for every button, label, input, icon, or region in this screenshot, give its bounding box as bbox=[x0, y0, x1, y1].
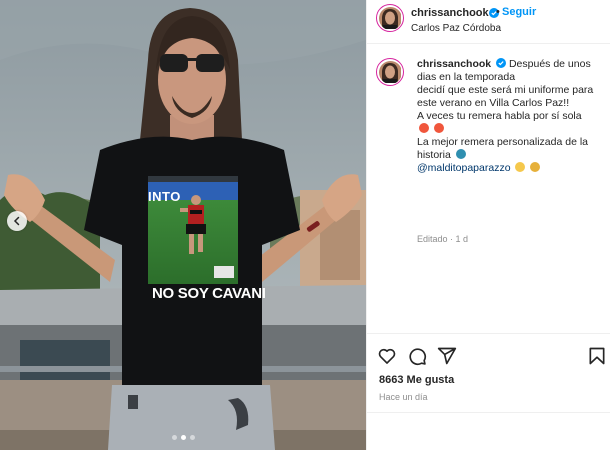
heart-icon[interactable] bbox=[377, 346, 397, 366]
caption-text: dias en la temporada bbox=[417, 71, 516, 83]
post-timestamp[interactable]: Hace un día bbox=[379, 392, 428, 402]
username-link[interactable]: chrissanchook bbox=[411, 7, 489, 19]
follow-button[interactable]: Seguir bbox=[502, 6, 536, 18]
chevron-left-icon bbox=[13, 216, 20, 226]
caption-avatar[interactable] bbox=[376, 58, 404, 86]
avatar-photo bbox=[378, 60, 401, 83]
instagram-post: INTO NO SOY CAVANI chrissanchook • Segui… bbox=[0, 0, 610, 450]
post-caption: chrissanchook Después de unos dias en la… bbox=[417, 58, 607, 175]
location-link[interactable]: Carlos Paz Córdoba bbox=[411, 23, 501, 34]
avatar[interactable] bbox=[376, 4, 404, 32]
shirt-print-text: NO SOY CAVANI bbox=[152, 285, 266, 302]
carousel-dot-active bbox=[180, 435, 186, 440]
bookmark-icon[interactable] bbox=[587, 346, 607, 366]
post-side-panel: chrissanchook • Seguir Carlos Paz Córdob… bbox=[366, 0, 610, 450]
globe-emoji-icon bbox=[455, 149, 466, 159]
carousel-prev-button[interactable] bbox=[7, 211, 27, 231]
likes-count[interactable]: 8663 Me gusta bbox=[379, 374, 454, 386]
caption-text: La mejor remera personalizada de la bbox=[417, 136, 589, 148]
caption-text: este verano en Villa Carlos Paz!! bbox=[417, 97, 570, 109]
caption-text: Después de unos bbox=[508, 58, 591, 70]
emoji-icon bbox=[419, 123, 429, 133]
emoji-icon bbox=[515, 162, 526, 172]
post-header: chrissanchook • Seguir Carlos Paz Córdob… bbox=[367, 0, 610, 44]
caption-text: decidí que este será mi uniforme para bbox=[417, 84, 594, 96]
comment-bar bbox=[367, 412, 610, 450]
comment-icon[interactable] bbox=[407, 346, 427, 366]
carousel-dot bbox=[189, 435, 195, 440]
action-bar bbox=[367, 333, 610, 377]
carousel-dot bbox=[171, 435, 177, 440]
edited-label: Editado · 1 d bbox=[417, 234, 469, 244]
share-icon[interactable] bbox=[437, 346, 457, 366]
caption-username[interactable]: chrissanchook bbox=[417, 58, 491, 70]
separator-dot: • bbox=[496, 6, 500, 18]
caption-text: historia bbox=[417, 149, 451, 161]
shirt-banner-text: INTO bbox=[148, 189, 181, 204]
avatar-photo bbox=[378, 6, 401, 29]
mention-link[interactable]: @malditopaparazzo bbox=[417, 162, 511, 174]
emoji-icon bbox=[530, 162, 541, 172]
post-photo[interactable]: INTO NO SOY CAVANI bbox=[0, 0, 366, 450]
photo-scene bbox=[0, 0, 366, 450]
carousel-indicator bbox=[0, 435, 366, 440]
caption-text: A veces tu remera habla por sí sola bbox=[417, 110, 582, 122]
emoji-icon bbox=[433, 123, 444, 133]
verified-badge-icon bbox=[496, 58, 507, 68]
